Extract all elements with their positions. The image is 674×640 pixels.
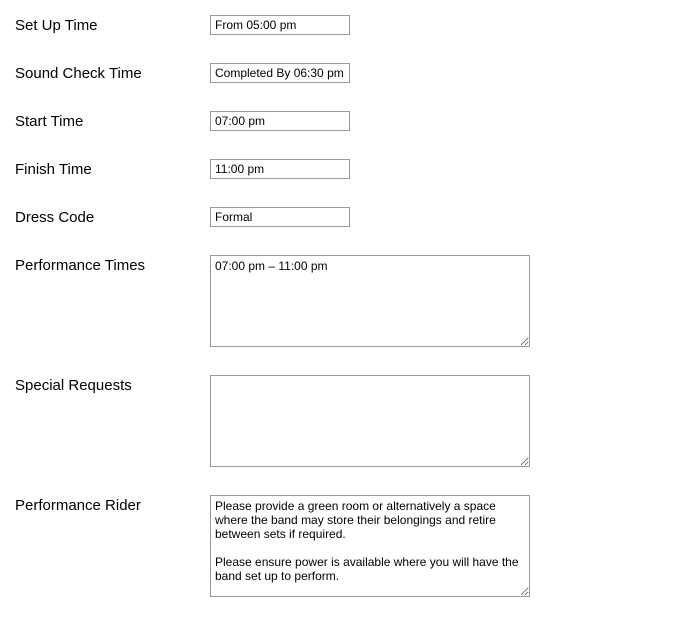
finish-time-input[interactable] — [210, 159, 350, 179]
sound-check-time-row: Sound Check Time — [15, 63, 659, 83]
setup-time-input[interactable] — [210, 15, 350, 35]
sound-check-time-label: Sound Check Time — [15, 63, 210, 82]
finish-time-label: Finish Time — [15, 159, 210, 178]
start-time-label: Start Time — [15, 111, 210, 130]
special-requests-label: Special Requests — [15, 375, 210, 394]
setup-time-row: Set Up Time — [15, 15, 659, 35]
performance-rider-row: Performance Rider — [15, 495, 659, 597]
dress-code-row: Dress Code — [15, 207, 659, 227]
performance-times-label: Performance Times — [15, 255, 210, 274]
special-requests-row: Special Requests — [15, 375, 659, 467]
dress-code-label: Dress Code — [15, 207, 210, 226]
setup-time-label: Set Up Time — [15, 15, 210, 34]
dress-code-input[interactable] — [210, 207, 350, 227]
start-time-row: Start Time — [15, 111, 659, 131]
performance-times-textarea[interactable] — [210, 255, 530, 347]
special-requests-textarea[interactable] — [210, 375, 530, 467]
performance-times-row: Performance Times — [15, 255, 659, 347]
start-time-input[interactable] — [210, 111, 350, 131]
performance-rider-textarea[interactable] — [210, 495, 530, 597]
sound-check-time-input[interactable] — [210, 63, 350, 83]
performance-rider-label: Performance Rider — [15, 495, 210, 514]
finish-time-row: Finish Time — [15, 159, 659, 179]
